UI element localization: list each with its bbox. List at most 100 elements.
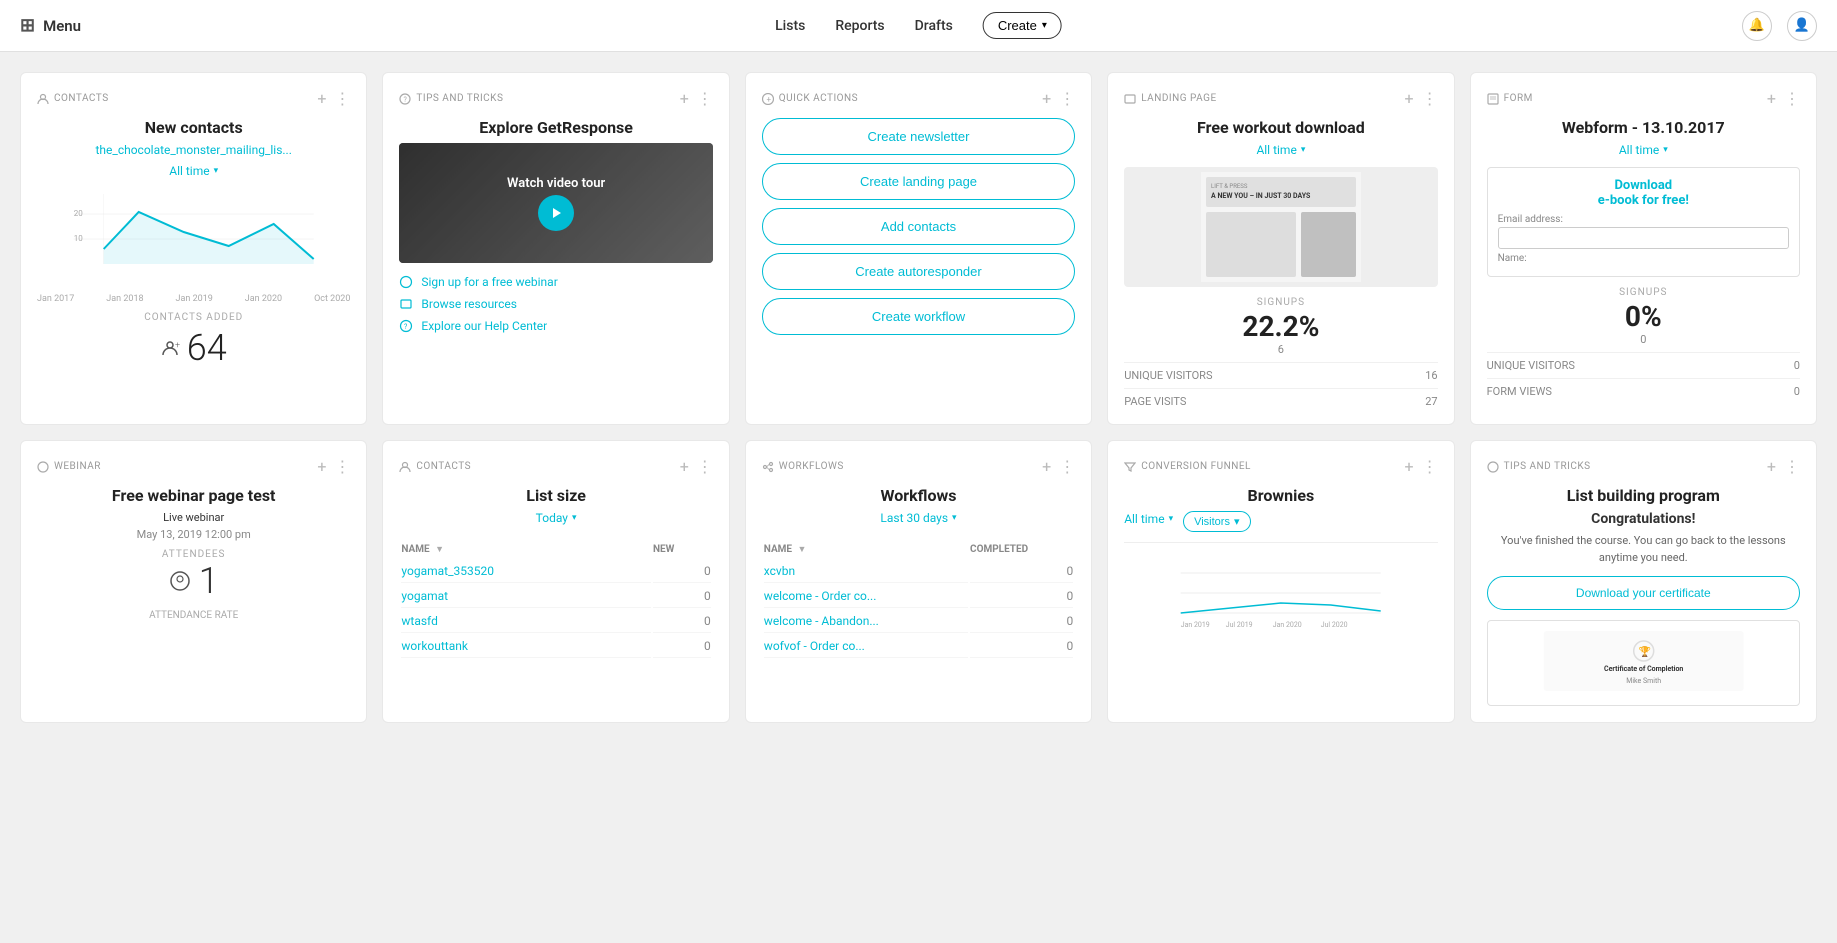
create-workflow-button[interactable]: Create workflow bbox=[762, 298, 1075, 335]
list-name-link[interactable]: workouttank bbox=[401, 639, 468, 653]
lp-preview-image: LIFT & PRESS A NEW YOU – IN JUST 30 DAYS bbox=[1124, 167, 1437, 287]
add-widget-icon[interactable]: + bbox=[1767, 457, 1776, 476]
svg-text:Mike Smith: Mike Smith bbox=[1626, 677, 1661, 685]
certificate-preview: 🏆 Certificate of Completion Mike Smith bbox=[1487, 620, 1800, 706]
list-new-value: 0 bbox=[653, 585, 711, 608]
more-options-icon[interactable]: ⋮ bbox=[1059, 457, 1075, 476]
workflow-completed-value: 0 bbox=[970, 610, 1073, 633]
dashboard-grid: CONTACTS + ⋮ New contacts the_chocolate_… bbox=[0, 52, 1837, 743]
funnel-icon bbox=[1124, 461, 1136, 473]
quick-actions-label: + QUICK ACTIONS bbox=[762, 93, 858, 105]
landing-page-label: LANDING PAGE bbox=[1124, 93, 1216, 105]
add-widget-icon[interactable]: + bbox=[317, 457, 326, 476]
add-contacts-button[interactable]: Add contacts bbox=[762, 208, 1075, 245]
create-landing-page-button[interactable]: Create landing page bbox=[762, 163, 1075, 200]
add-widget-icon[interactable]: + bbox=[1767, 89, 1776, 108]
attendees-section: ATTENDEES 1 bbox=[37, 549, 350, 602]
form-signups-label: SIGNUPS bbox=[1487, 287, 1800, 298]
download-certificate-button[interactable]: Download your certificate bbox=[1487, 576, 1800, 610]
add-widget-icon[interactable]: + bbox=[317, 89, 326, 108]
contacts-filter[interactable]: All time ▾ bbox=[169, 164, 218, 178]
sort-icon: ▼ bbox=[798, 545, 807, 555]
more-options-icon[interactable]: ⋮ bbox=[1422, 89, 1438, 108]
webinar-attendees-icon bbox=[169, 570, 191, 592]
help-link[interactable]: ? Explore our Help Center bbox=[399, 319, 712, 333]
chart-x-labels: Jan 2017Jan 2018Jan 2019Jan 2020Oct 2020 bbox=[37, 294, 350, 304]
tips-title: Explore GetResponse bbox=[399, 118, 712, 137]
resources-link[interactable]: Browse resources bbox=[399, 297, 712, 311]
workflow-name-link[interactable]: welcome - Abandon... bbox=[764, 614, 879, 628]
workflows-filter[interactable]: Last 30 days ▾ bbox=[880, 511, 956, 525]
svg-text:+: + bbox=[175, 341, 180, 351]
list-name-col[interactable]: NAME ▼ bbox=[401, 541, 651, 558]
add-widget-icon[interactable]: + bbox=[1405, 89, 1414, 108]
list-name-link[interactable]: yogamat_353520 bbox=[401, 564, 494, 578]
chevron-down-icon: ▾ bbox=[1234, 515, 1240, 528]
funnel-label: CONVERSION FUNNEL bbox=[1124, 461, 1251, 473]
workflow-name-link[interactable]: welcome - Order co... bbox=[764, 589, 877, 603]
create-autoresponder-button[interactable]: Create autoresponder bbox=[762, 253, 1075, 290]
video-overlay[interactable]: Watch video tour bbox=[399, 143, 712, 263]
funnel-chart: Jan 2019 Jul 2019 Jan 2020 Jul 2020 bbox=[1124, 553, 1437, 633]
notifications-icon[interactable]: 🔔 bbox=[1742, 11, 1772, 41]
chevron-down-icon: ▾ bbox=[572, 513, 577, 523]
list-size-icon bbox=[399, 461, 411, 473]
add-widget-icon[interactable]: + bbox=[680, 89, 689, 108]
list-size-title: List size bbox=[399, 486, 712, 505]
form-filter[interactable]: All time ▾ bbox=[1619, 143, 1668, 157]
webinar-link[interactable]: Sign up for a free webinar bbox=[399, 275, 712, 289]
grid-icon[interactable]: ⊞ bbox=[20, 15, 35, 36]
chevron-down-icon: ▾ bbox=[1663, 145, 1668, 155]
resources-icon bbox=[399, 297, 413, 311]
add-widget-icon[interactable]: + bbox=[1042, 89, 1051, 108]
more-options-icon[interactable]: ⋮ bbox=[334, 89, 350, 108]
add-widget-icon[interactable]: + bbox=[680, 457, 689, 476]
add-widget-icon[interactable]: + bbox=[1042, 457, 1051, 476]
chevron-down-icon: ▾ bbox=[1301, 145, 1306, 155]
more-options-icon[interactable]: ⋮ bbox=[1784, 89, 1800, 108]
card-actions-quick: + ⋮ bbox=[1042, 89, 1075, 108]
nav-drafts[interactable]: Drafts bbox=[915, 18, 953, 34]
video-thumbnail[interactable]: Watch video tour bbox=[399, 143, 712, 263]
nav-reports[interactable]: Reports bbox=[835, 18, 884, 34]
workflow-name-col[interactable]: NAME ▼ bbox=[764, 541, 968, 558]
tips-card: ? TIPS AND TRICKS + ⋮ Explore GetRespons… bbox=[382, 72, 729, 425]
cert-preview-svg: 🏆 Certificate of Completion Mike Smith bbox=[1498, 631, 1789, 691]
attendance-rate-label: ATTENDANCE RATE bbox=[37, 610, 350, 621]
more-options-icon[interactable]: ⋮ bbox=[1784, 457, 1800, 476]
svg-text:10: 10 bbox=[74, 234, 83, 243]
list-size-filter[interactable]: Today ▾ bbox=[536, 511, 577, 525]
funnel-filter[interactable]: All time ▾ bbox=[1124, 512, 1173, 526]
workflow-item: wofvof - Order co...0 bbox=[764, 635, 1073, 658]
contacts-added-section: CONTACTS ADDED + 64 bbox=[37, 312, 350, 369]
menu-label[interactable]: Menu bbox=[43, 17, 81, 35]
more-options-icon[interactable]: ⋮ bbox=[697, 89, 713, 108]
list-size-table: NAME ▼ NEW yogamat_3535200yogamat0wtasfd… bbox=[399, 539, 712, 660]
list-name-link[interactable]: wtasfd bbox=[401, 614, 437, 628]
play-button[interactable] bbox=[538, 195, 574, 231]
more-options-icon[interactable]: ⋮ bbox=[697, 457, 713, 476]
visitors-filter-button[interactable]: Visitors ▾ bbox=[1183, 511, 1250, 532]
workflow-name-link[interactable]: wofvof - Order co... bbox=[764, 639, 865, 653]
more-options-icon[interactable]: ⋮ bbox=[334, 457, 350, 476]
lp-filter[interactable]: All time ▾ bbox=[1256, 143, 1305, 157]
create-button[interactable]: Create ▾ bbox=[983, 12, 1062, 39]
workflows-card: WORKFLOWS + ⋮ Workflows Last 30 days ▾ N… bbox=[745, 440, 1092, 723]
list-name-link[interactable]: yogamat bbox=[401, 589, 448, 603]
contacts-list-link[interactable]: the_chocolate_monster_mailing_lis... bbox=[96, 143, 292, 157]
list-new-col: NEW bbox=[653, 541, 711, 558]
webinar-icon bbox=[399, 275, 413, 289]
add-widget-icon[interactable]: + bbox=[1405, 457, 1414, 476]
form-views: FORM VIEWS 0 bbox=[1487, 378, 1800, 398]
svg-text:Certificate of Completion: Certificate of Completion bbox=[1604, 665, 1683, 673]
user-icon[interactable]: 👤 bbox=[1787, 11, 1817, 41]
create-newsletter-button[interactable]: Create newsletter bbox=[762, 118, 1075, 155]
list-size-label: CONTACTS bbox=[399, 461, 471, 473]
svg-text:Jan 2020: Jan 2020 bbox=[1273, 621, 1302, 629]
nav-lists[interactable]: Lists bbox=[775, 18, 805, 34]
lp-signups-count: 6 bbox=[1124, 343, 1437, 356]
more-options-icon[interactable]: ⋮ bbox=[1059, 89, 1075, 108]
help-icon: ? bbox=[399, 319, 413, 333]
workflow-name-link[interactable]: xcvbn bbox=[764, 564, 795, 578]
more-options-icon[interactable]: ⋮ bbox=[1422, 457, 1438, 476]
